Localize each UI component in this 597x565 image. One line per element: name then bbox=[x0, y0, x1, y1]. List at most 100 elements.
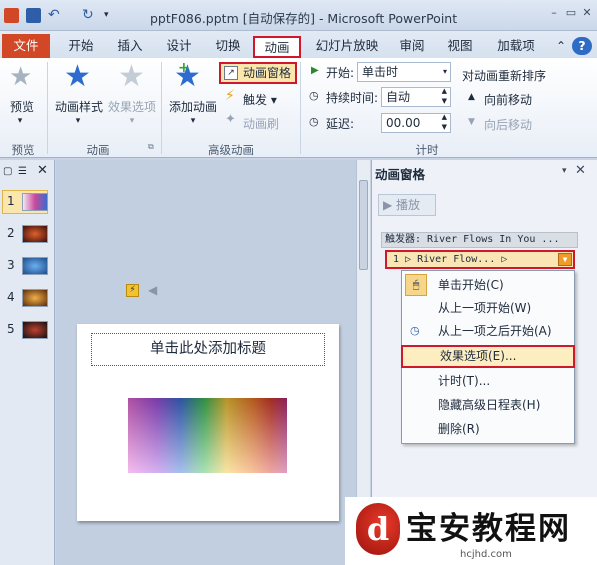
clock-icon: ◷ bbox=[309, 89, 319, 102]
preview-star-icon: ★ bbox=[9, 62, 33, 92]
minimize-ribbon-icon[interactable]: ⌃ bbox=[552, 36, 570, 58]
thumbnail-number: 5 bbox=[7, 322, 15, 336]
move-earlier-button[interactable]: 向前移动 bbox=[484, 91, 532, 108]
thumbnail-number: 2 bbox=[7, 226, 15, 240]
pane-options-icon[interactable]: ▾ bbox=[562, 166, 567, 176]
close-window-icon[interactable]: ✕ bbox=[580, 6, 594, 20]
help-icon[interactable]: ? bbox=[572, 37, 592, 55]
watermark-text: 宝安教程网 bbox=[406, 511, 571, 547]
slide-thumbnail-4[interactable] bbox=[22, 289, 48, 307]
animation-pane-label: 动画窗格 bbox=[243, 66, 292, 80]
slides-pane: ▢ ☰ ✕ 1 2 3 4 5 bbox=[0, 160, 55, 565]
menu-item-effect-options[interactable]: 效果选项(E)... bbox=[401, 345, 575, 368]
effect-options-star-icon: ★ bbox=[118, 59, 145, 94]
spinner-icon[interactable]: ▲ ▼ bbox=[442, 112, 447, 132]
minimize-icon[interactable]: – bbox=[547, 6, 561, 20]
scrollbar-thumb[interactable] bbox=[359, 180, 368, 270]
tab-slideshow[interactable]: 幻灯片放映 bbox=[310, 36, 384, 58]
title-bar: ↶ ↻ ▾ pptF086.pptm [自动保存的] - Microsoft P… bbox=[0, 0, 597, 31]
thumbnail-number: 4 bbox=[7, 290, 15, 304]
effect-options-button[interactable]: 效果选项 bbox=[106, 98, 158, 115]
move-later-button[interactable]: 向后移动 bbox=[484, 116, 532, 133]
ribbon-divider bbox=[300, 62, 301, 154]
dialog-launcher-icon[interactable]: ⧉ bbox=[148, 142, 154, 152]
duration-spinner[interactable]: 自动 ▲ ▼ bbox=[381, 87, 451, 107]
play-button[interactable]: ▶ 播放 bbox=[378, 194, 436, 216]
trigger-button[interactable]: 触发 ▾ bbox=[243, 91, 277, 108]
group-label-preview: 预览 bbox=[11, 143, 35, 157]
watermark-logo-icon: d bbox=[356, 503, 400, 555]
tab-animations[interactable]: 动画 bbox=[253, 36, 301, 58]
tab-home[interactable]: 开始 bbox=[60, 36, 102, 58]
animation-pane-title: 动画窗格 bbox=[375, 167, 426, 182]
start-select[interactable]: 单击时 ▾ bbox=[357, 62, 451, 82]
menu-item-start-with-previous[interactable]: 从上一项开始(W) bbox=[401, 297, 575, 320]
tab-design[interactable]: 设计 bbox=[158, 36, 200, 58]
ribbon-divider bbox=[47, 62, 48, 154]
tab-file[interactable]: 文件 bbox=[2, 34, 50, 58]
start-icon: ▶ bbox=[311, 65, 319, 76]
move-up-icon: ▲ bbox=[468, 92, 475, 102]
trigger-marker-icon[interactable]: ⚡ bbox=[126, 284, 139, 297]
delay-spinner[interactable]: 00.00 ▲ ▼ bbox=[381, 113, 451, 133]
effect-options-dropdown-icon[interactable]: ▾ bbox=[126, 116, 138, 126]
slide-thumbnail-2[interactable] bbox=[22, 225, 48, 243]
undo-icon[interactable]: ↶ bbox=[48, 8, 63, 23]
tab-addins[interactable]: 加载项 bbox=[490, 36, 542, 58]
animation-style-star-icon: ★ bbox=[64, 59, 91, 94]
delay-label: 延迟: bbox=[326, 117, 355, 131]
audio-speaker-icon[interactable]: ◀ bbox=[148, 283, 157, 297]
menu-item-hide-advanced-timeline[interactable]: 隐藏高级日程表(H) bbox=[401, 394, 575, 417]
menu-item-start-on-click[interactable]: 单击开始(C) bbox=[401, 274, 575, 297]
plus-icon: + bbox=[178, 60, 190, 76]
close-animation-pane-icon[interactable]: ✕ bbox=[575, 163, 586, 178]
tab-transitions[interactable]: 切换 bbox=[207, 36, 249, 58]
group-label-timing: 计时 bbox=[415, 143, 439, 157]
ribbon: ★ 预览 ▾ 预览 ★ 动画样式 ▾ ★ 效果选项 ▾ 动画 ⧉ ★ + 添加动… bbox=[0, 58, 597, 158]
add-animation-button[interactable]: 添加动画 bbox=[166, 98, 220, 115]
preview-button[interactable]: 预览 bbox=[6, 98, 38, 115]
restore-icon[interactable]: ▭ bbox=[564, 6, 578, 20]
menu-item-timing[interactable]: 计时(T)... bbox=[401, 370, 575, 393]
animation-item[interactable]: 1 ▷ River Flow... ▷ ▼ bbox=[385, 250, 575, 269]
animation-painter-button[interactable]: 动画刷 bbox=[243, 115, 279, 132]
trigger-lightning-icon: ⚡ bbox=[225, 88, 235, 104]
outline-tab-icon[interactable]: ☰ bbox=[18, 166, 27, 177]
play-label: 播放 bbox=[396, 198, 421, 212]
reorder-title: 对动画重新排序 bbox=[462, 69, 547, 83]
ribbon-divider bbox=[161, 62, 162, 154]
animation-style-button[interactable]: 动画样式 bbox=[53, 98, 105, 115]
watermark-url: hcjhd.com bbox=[460, 549, 512, 560]
slide-thumbnail-3[interactable] bbox=[22, 257, 48, 275]
close-pane-icon[interactable]: ✕ bbox=[37, 163, 48, 178]
animation-style-dropdown-icon[interactable]: ▾ bbox=[72, 116, 84, 126]
save-icon[interactable] bbox=[26, 8, 41, 23]
redo-icon[interactable]: ↻ bbox=[82, 8, 97, 23]
group-label-advanced: 高级动画 bbox=[208, 143, 254, 157]
start-value: 单击时 bbox=[362, 65, 399, 79]
animation-pane-icon: ↗ bbox=[224, 66, 238, 80]
tab-insert[interactable]: 插入 bbox=[109, 36, 151, 58]
tab-review[interactable]: 审阅 bbox=[392, 36, 432, 58]
slide-picture[interactable] bbox=[128, 398, 287, 473]
window-title: pptF086.pptm [自动保存的] - Microsoft PowerPo… bbox=[150, 11, 458, 26]
tab-view[interactable]: 视图 bbox=[440, 36, 480, 58]
title-placeholder[interactable]: 单击此处添加标题 bbox=[91, 333, 325, 366]
group-label-animation: 动画 bbox=[86, 143, 110, 157]
powerpoint-logo-icon bbox=[4, 8, 19, 23]
slides-tab-icon[interactable]: ▢ bbox=[3, 166, 12, 177]
add-animation-dropdown-icon[interactable]: ▾ bbox=[187, 116, 199, 126]
move-down-icon: ▼ bbox=[468, 117, 475, 127]
painter-icon: ✦ bbox=[225, 112, 236, 127]
slide-thumbnail-5[interactable] bbox=[22, 321, 48, 339]
menu-item-remove[interactable]: 删除(R) bbox=[401, 418, 575, 441]
spinner-icon[interactable]: ▲ ▼ bbox=[442, 86, 447, 106]
slide-thumbnail-1[interactable] bbox=[22, 193, 48, 211]
qat-customize-icon[interactable]: ▾ bbox=[104, 8, 119, 23]
delay-value: 00.00 bbox=[386, 116, 421, 130]
preview-dropdown-icon[interactable]: ▾ bbox=[14, 116, 26, 126]
trigger-row[interactable]: 触发器: River Flows In You ... bbox=[381, 232, 578, 248]
animation-item-dropdown-icon[interactable]: ▼ bbox=[558, 253, 572, 266]
menu-item-start-after-previous[interactable]: 从上一项之后开始(A) bbox=[401, 320, 575, 343]
start-label: 开始: bbox=[326, 66, 355, 80]
